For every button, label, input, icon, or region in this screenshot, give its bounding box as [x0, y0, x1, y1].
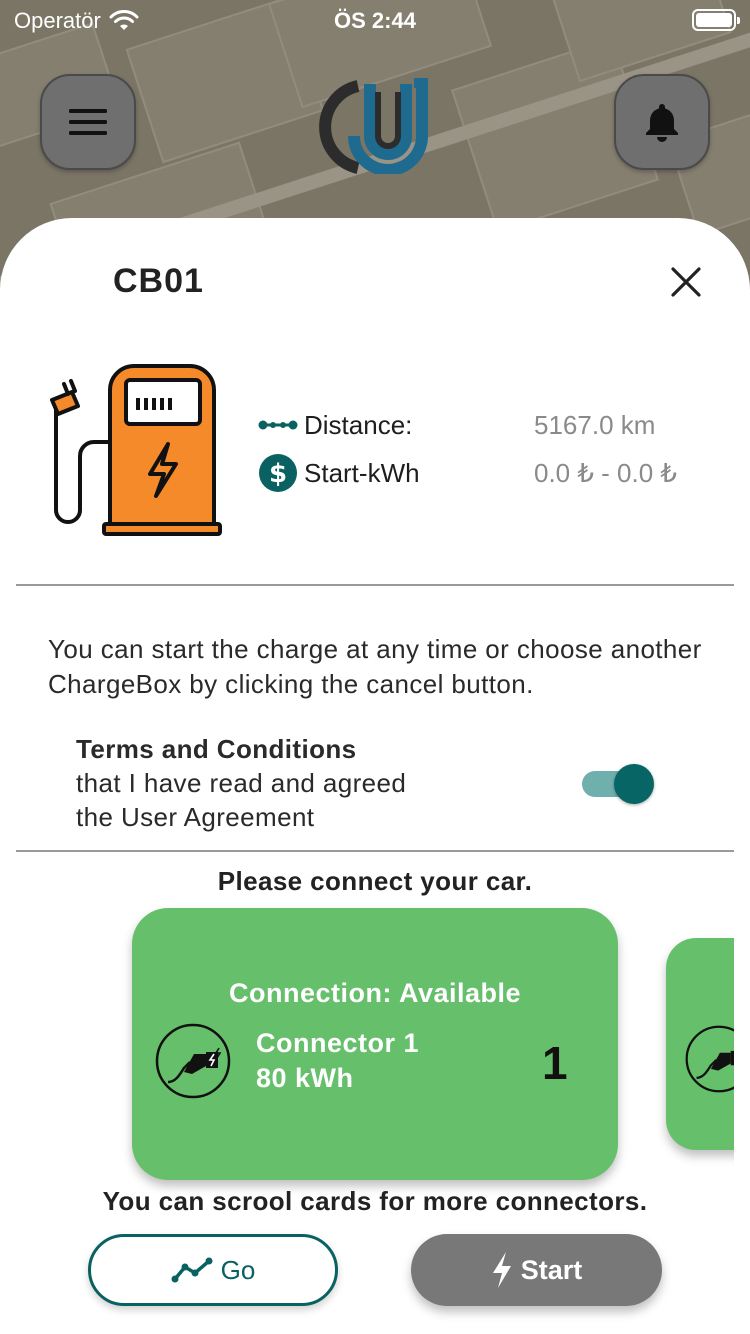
status-bar: Operatör ÖS 2:44 — [0, 0, 750, 40]
terms-toggle[interactable] — [582, 764, 656, 804]
bell-icon — [646, 104, 678, 142]
start-button[interactable]: Start — [411, 1234, 662, 1306]
close-icon — [671, 267, 701, 297]
route-icon — [171, 1257, 213, 1283]
connect-prompt: Please connect your car. — [217, 866, 533, 896]
terms-line-1: that I have read and agreed — [76, 768, 407, 798]
go-button[interactable]: Go — [88, 1234, 338, 1306]
dollar-circle-icon: $ — [259, 454, 297, 492]
chargebox-title: CB01 — [113, 262, 204, 300]
terms-line-2: the User Agreement — [76, 802, 315, 832]
menu-button[interactable] — [40, 74, 136, 170]
notifications-button[interactable] — [614, 74, 710, 170]
divider — [16, 584, 734, 586]
battery-icon — [692, 9, 740, 31]
hamburger-icon — [69, 109, 107, 135]
kwh-value: 0.0 ₺ - 0.0 ₺ — [534, 457, 677, 488]
kwh-row: $ Start-kWh 0.0 ₺ - 0.0 ₺ — [258, 451, 677, 495]
app-logo — [319, 78, 428, 174]
distance-label: Distance: — [304, 409, 413, 440]
ev-plug-icon — [685, 1025, 734, 1093]
go-label: Go — [220, 1254, 256, 1285]
terms-title[interactable]: Terms and Conditions — [76, 732, 556, 766]
start-label: Start — [520, 1254, 583, 1285]
kwh-label: Start-kWh — [304, 457, 420, 488]
status-time: ÖS 2:44 — [334, 8, 416, 33]
close-button[interactable] — [664, 260, 708, 304]
connector-card-next[interactable] — [666, 938, 734, 1150]
divider — [16, 850, 734, 852]
card-scroll-clip — [0, 900, 734, 1200]
route-dots-icon — [258, 420, 298, 430]
instruction-text: You can start the charge at any time or … — [48, 634, 702, 699]
toggle-knob — [614, 764, 654, 804]
lightning-icon — [492, 1252, 511, 1288]
scroll-hint: You can scrool cards for more connectors… — [102, 1186, 648, 1216]
distance-value: 5167.0 km — [534, 409, 656, 440]
svg-text:$: $ — [269, 459, 287, 489]
distance-row: Distance: 5167.0 km — [258, 403, 655, 447]
terms-block: Terms and Conditions that I have read an… — [76, 732, 556, 834]
charging-station-icon — [50, 364, 222, 536]
